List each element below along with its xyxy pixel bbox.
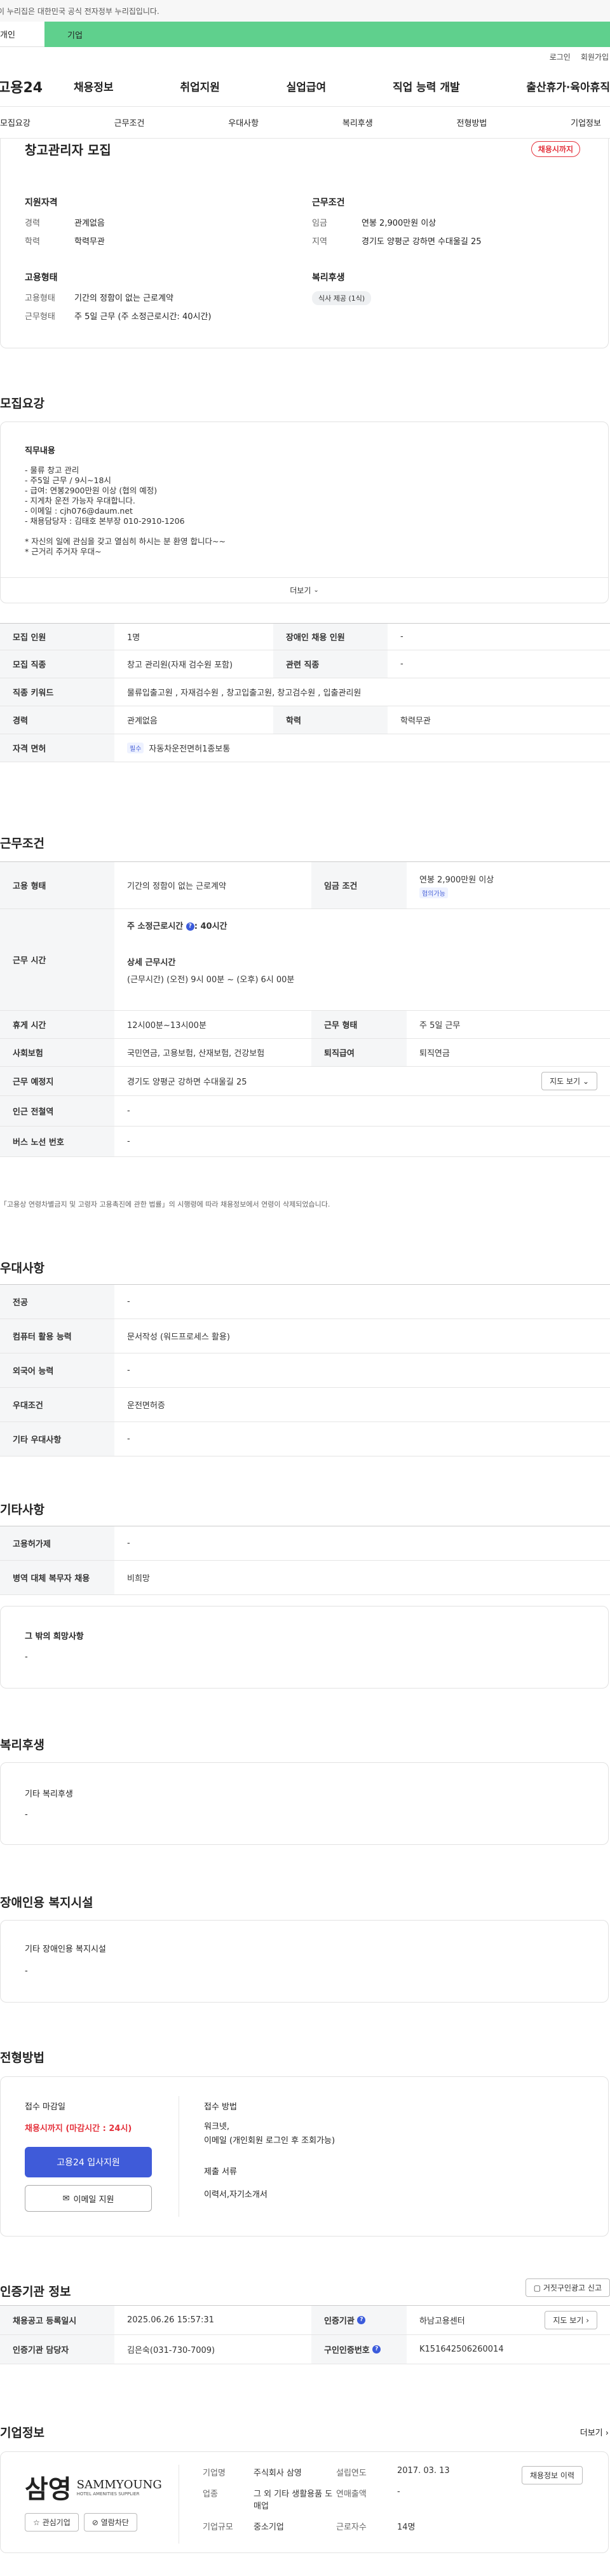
subnav-recruit[interactable]: 모집요강 (0, 116, 30, 128)
login-link[interactable]: 로그인 (550, 51, 571, 62)
meal-pill: 식사 제공 (1식) (312, 291, 372, 305)
table-row: 기타 우대사항 - (0, 1422, 610, 1456)
job-title: 창고관리자 모집 (25, 142, 111, 158)
info-icon[interactable]: ? (372, 2345, 381, 2353)
company-title: 기업정보 (0, 2426, 44, 2440)
subnav-pref[interactable]: 우대사항 (228, 116, 259, 128)
table-row: 휴게 시간 12시00분~13시00분 근무 형태 주 5일 근무 (0, 1011, 610, 1039)
block-button[interactable]: ⊘ 열람차단 (83, 2513, 137, 2531)
pref-title: 우대사항 (0, 1261, 44, 1275)
star-icon: ☆ (33, 2518, 40, 2527)
agency-map-button[interactable]: 지도 보기 › (545, 2311, 597, 2329)
table-row: 근무 예정지 경기도 양평군 강하면 수대울길 25 지도 보기 ⌄ (0, 1067, 610, 1096)
more-button[interactable]: 더보기 ⌄ (1, 577, 608, 603)
age-note: 「고용상 연령차별금지 및 고령자 고용촉진에 관한 법률」의 시행령에 따라 … (0, 1200, 330, 1209)
gnb-item-leave[interactable]: 출산휴가·육아휴직 (526, 78, 610, 94)
chevron-down-icon: ⌄ (582, 1077, 589, 1086)
tab-personal[interactable]: 개인 (0, 22, 44, 47)
gnb-item-employment-support[interactable]: 취업지원 (180, 78, 220, 94)
table-row: 컴퓨터 활용 능력 문서작성 (워드프로세스 활용) (0, 1319, 610, 1353)
table-row: 우대조건 운전면허증 (0, 1388, 610, 1422)
util-nav: 로그인 회원가입 (0, 47, 610, 66)
disability-title: 장애인용 복지시설 (0, 1896, 93, 1910)
welfare-title: 복리후생 (0, 1738, 44, 1752)
info-icon[interactable]: ? (186, 922, 194, 931)
block-icon: ⊘ (92, 2518, 98, 2527)
required-tag: 필수 (127, 743, 144, 753)
etc-title: 기타사항 (0, 1503, 44, 1517)
table-row: 모집 직종 창고 관리원(자재 검수원 포함) 관련 직종 - (0, 650, 610, 678)
subnav-work[interactable]: 근무조건 (114, 116, 145, 128)
pref-table: 전공 - 컴퓨터 활용 능력 문서작성 (워드프로세스 활용) 외국어 능력 - 우대… (0, 1284, 610, 1456)
table-row: 자격 면허 필수 자동차운전면허1종보통 (0, 734, 610, 762)
company-logo: 삼영 SAMMYOUNG HOTEL AMENITIES SUPPLIER (25, 2474, 162, 2504)
gnb-item-unemployment[interactable]: 실업급여 (287, 78, 327, 94)
qualification-group: 지원자격 경력 관계없음 학력 학력무관 (25, 198, 105, 247)
etc-table: 고용허가제 - 병역 대체 복무자 채용 비희망 (0, 1526, 610, 1595)
site-logo[interactable]: 고용24 (0, 76, 74, 97)
employment-group: 고용형태 고용형태 기간의 정함이 없는 근로계약 근무형태 주 5일 근무 (주 … (25, 273, 212, 322)
table-row: 고용허가제 - (0, 1526, 610, 1561)
table-row: 버스 노선 번호 - (0, 1127, 610, 1157)
apply-button[interactable]: 고용24 입사지원 (25, 2147, 152, 2177)
summary-card: 창고관리자 모집 채용시까지 지원자격 경력 관계없음 학력 학력무관 근무조건 임… (0, 139, 609, 348)
table-row: 전공 - (0, 1285, 610, 1319)
top-tabs: 개인 기업 (0, 22, 610, 47)
chevron-down-icon: ⌄ (313, 587, 319, 594)
recruit-table: 모집 인원 1명 장애인 채용 인원 - 모집 직종 창고 관리원(자재 검수원 포함… (0, 623, 610, 762)
gov-banner: 이 누리집은 대한민국 공식 전자정부 누리집입니다. (0, 0, 610, 22)
table-row: 모집 인원 1명 장애인 채용 인원 - (0, 624, 610, 650)
table-row: 인증기관 담당자 김은숙(031-730-7009) 구인인증번호 ? K1516… (0, 2335, 610, 2364)
doc-icon: ▢ (533, 2284, 541, 2292)
other-box: 그 밖의 희망사항 - (0, 1606, 609, 1689)
process-title: 전형방법 (0, 2051, 44, 2065)
table-row: 사회보험 국민연금, 고용보험, 산재보험, 건강보험 퇴직급여 퇴직연금 (0, 1039, 610, 1067)
table-row: 근무 시간 주 소정근로시간 ?: 40시간 상세 근무시간 (근무시간) (오… (0, 909, 610, 1011)
disability-box: 기타 장애인용 복지시설 - (0, 1920, 609, 2003)
work-table: 고용 형태 기간의 정함이 없는 근로계약 임금 조건 연봉 2,900만원 이상… (0, 861, 610, 1157)
section-nav: 모집요강 근무조건 우대사항 복리후생 전형방법 기업정보 (0, 107, 610, 139)
work-title: 근무조건 (0, 837, 44, 851)
info-icon[interactable]: ? (357, 2316, 366, 2324)
duty-box: 직무내용 - 물류 창고 관리 - 주5일 근무 / 9시~18시 - 급여: … (0, 421, 609, 603)
deadline-value: 채용시까지 (마감시간 : 24시) (25, 2124, 132, 2134)
gnb-item-training[interactable]: 직업 능력 개발 (393, 78, 460, 94)
agency-title: 인증기관 정보 (0, 2285, 71, 2299)
table-row: 고용 형태 기간의 정함이 없는 근로계약 임금 조건 연봉 2,900만원 이상… (0, 862, 610, 909)
conditions-group: 근무조건 임금 연봉 2,900만원 이상 지역 경기도 양평군 강하면 수대울길 … (312, 198, 482, 247)
subnav-welfare[interactable]: 복리후생 (342, 116, 373, 128)
job-history-button[interactable]: 채용정보 이력 (521, 2466, 583, 2484)
mail-icon: ✉ (62, 2193, 70, 2203)
email-apply-button[interactable]: ✉ 이메일 지원 (25, 2185, 152, 2212)
table-row: 병역 대체 복무자 채용 비희망 (0, 1561, 610, 1595)
company-box: 삼영 SAMMYOUNG HOTEL AMENITIES SUPPLIER ☆ … (0, 2451, 609, 2553)
welfare-group: 복리후생 식사 제공 (1식) (312, 271, 566, 305)
table-row: 인근 전철역 - (0, 1096, 610, 1127)
gnb-menu: 채용정보 취업지원 실업급여 직업 능력 개발 출산휴가·육아휴직 (74, 78, 610, 94)
welfare-box: 기타 복리후생 - (0, 1762, 609, 1845)
gnb-item-jobs[interactable]: 채용정보 (74, 78, 114, 94)
table-row: 채용공고 등록일시 2025.06.26 15:57:31 인증기관 ? 하남고용… (0, 2306, 610, 2335)
company-more-link[interactable]: 더보기 › (580, 2426, 609, 2438)
negotiable-tag: 협의가능 (419, 887, 448, 898)
subnav-process[interactable]: 전형방법 (457, 116, 487, 128)
signup-link[interactable]: 회원가입 (581, 51, 609, 62)
favorite-button[interactable]: ☆ 관심기업 (25, 2513, 79, 2531)
subnav-company[interactable]: 기업정보 (571, 116, 601, 128)
recruit-title: 모집요강 (0, 397, 44, 411)
duty-text: - 물류 창고 관리 - 주5일 근무 / 9시~18시 - 급여: 연봉290… (25, 465, 226, 556)
report-button[interactable]: ▢ 거짓구인광고 신고 (525, 2278, 610, 2297)
table-row: 직종 키워드 물류입출고원 , 자재검수원 , 창고입출고원, 창고검수원 , 입… (0, 678, 610, 706)
map-button[interactable]: 지도 보기 ⌄ (541, 1072, 597, 1090)
table-row: 외국어 능력 - (0, 1353, 610, 1388)
agency-table: 채용공고 등록일시 2025.06.26 15:57:31 인증기관 ? 하남고용… (0, 2305, 610, 2364)
process-box: 접수 마감일 채용시까지 (마감시간 : 24시) 고용24 입사지원 ✉ 이메일… (0, 2076, 609, 2237)
global-nav: 고용24 채용정보 취업지원 실업급여 직업 능력 개발 출산휴가·육아휴직 (0, 66, 610, 107)
status-badge: 채용시까지 (531, 141, 580, 157)
tab-company[interactable]: 기업 (44, 22, 610, 47)
table-row: 경력 관계없음 학력 학력무관 (0, 706, 610, 734)
